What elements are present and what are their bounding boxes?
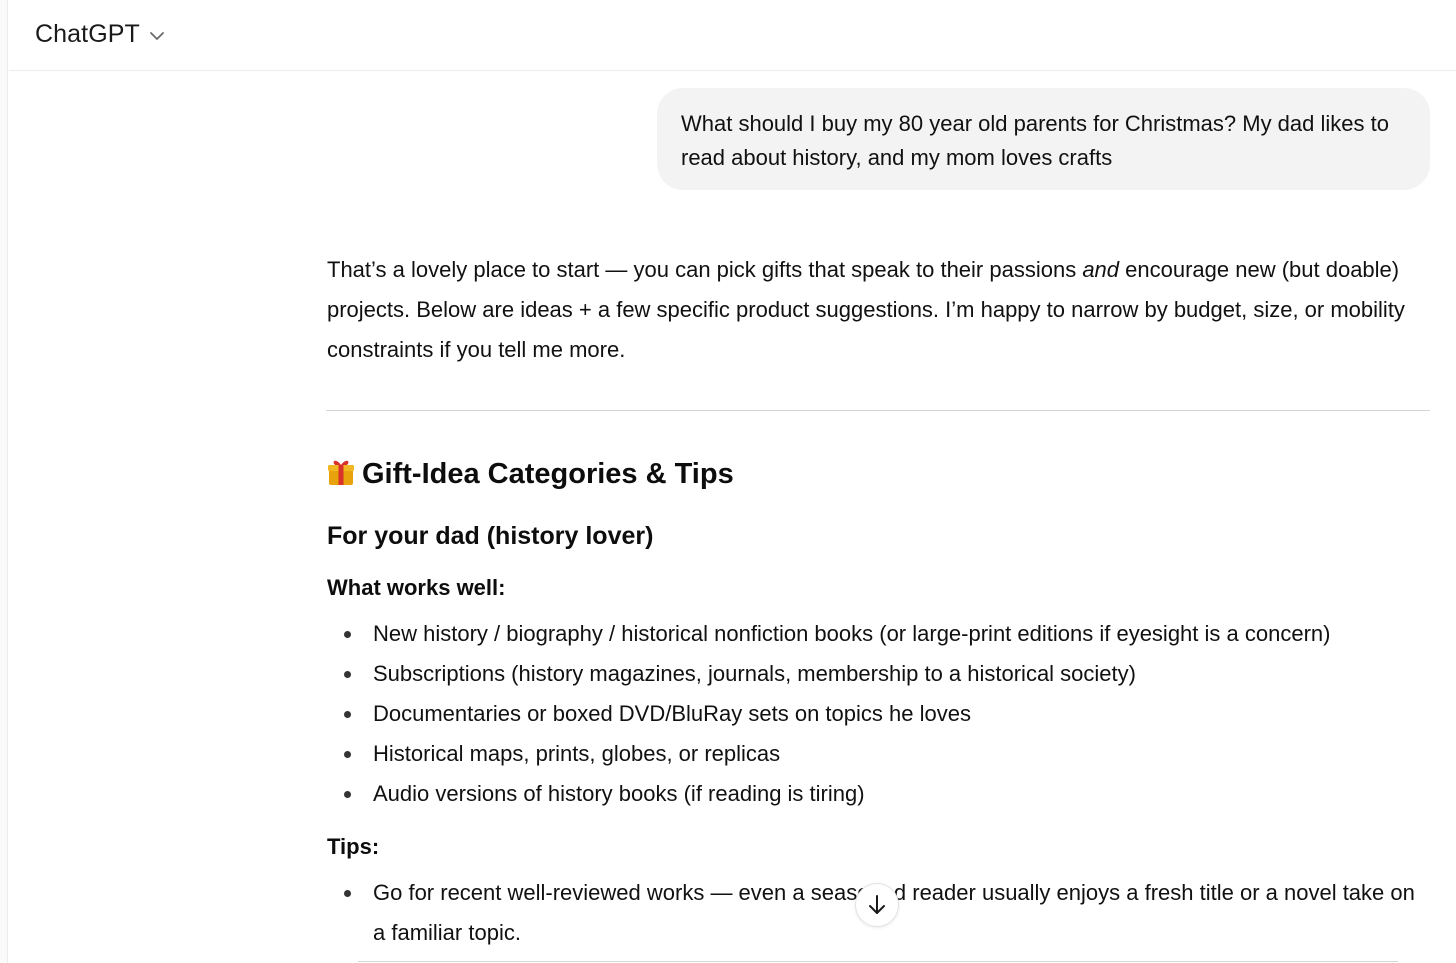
bullet — [344, 890, 351, 897]
model-name: ChatGPT — [35, 19, 140, 48]
list-item: New history / biography / historical non… — [327, 614, 1430, 654]
subsection-heading: For your dad (history lover) — [327, 522, 654, 550]
section-divider — [326, 410, 1430, 411]
section-heading: Gift-Idea Categories & Tips — [326, 452, 734, 496]
sidebar-edge — [0, 0, 8, 963]
bullet — [344, 791, 351, 798]
works-label: What works well: — [327, 575, 506, 600]
section-title: Gift-Idea Categories & Tips — [362, 457, 734, 490]
chevron-down-icon — [149, 31, 165, 41]
content-divider — [358, 961, 1398, 962]
chatgpt-app: ChatGPT What should I buy my 80 year old… — [0, 0, 1456, 963]
list-item-text: New history / biography / historical non… — [373, 621, 1331, 646]
list-item-text: Documentaries or boxed DVD/BluRay sets o… — [373, 701, 971, 726]
intro-text-1: That’s a lovely place to start — you can… — [327, 257, 1083, 282]
list-item-text: Historical maps, prints, globes, or repl… — [373, 741, 781, 766]
list-item-text: Audio versions of history books (if read… — [373, 781, 865, 806]
assistant-message: That’s a lovely place to start — you can… — [327, 250, 1430, 370]
gift-icon — [326, 457, 356, 487]
tips-label: Tips: — [327, 834, 380, 859]
bullet — [344, 631, 351, 638]
list-item: Audio versions of history books (if read… — [327, 774, 1430, 814]
user-message-bubble: What should I buy my 80 year old parents… — [657, 88, 1430, 190]
bullet — [344, 711, 351, 718]
intro-emphasis: and — [1082, 257, 1120, 282]
works-list: New history / biography / historical non… — [327, 614, 1430, 814]
bullet — [344, 671, 351, 678]
arrow-down-icon — [866, 893, 888, 917]
list-item-text: Subscriptions (history magazines, journa… — [373, 661, 1136, 686]
list-item: Historical maps, prints, globes, or repl… — [327, 734, 1430, 774]
list-item: Subscriptions (history magazines, journa… — [327, 654, 1430, 694]
list-item: Documentaries or boxed DVD/BluRay sets o… — [327, 694, 1430, 734]
scroll-to-bottom-button[interactable] — [855, 883, 899, 927]
model-switcher[interactable]: ChatGPT — [35, 16, 165, 52]
assistant-intro: That’s a lovely place to start — you can… — [327, 250, 1430, 370]
top-bar: ChatGPT — [9, 0, 1456, 71]
bullet — [344, 751, 351, 758]
